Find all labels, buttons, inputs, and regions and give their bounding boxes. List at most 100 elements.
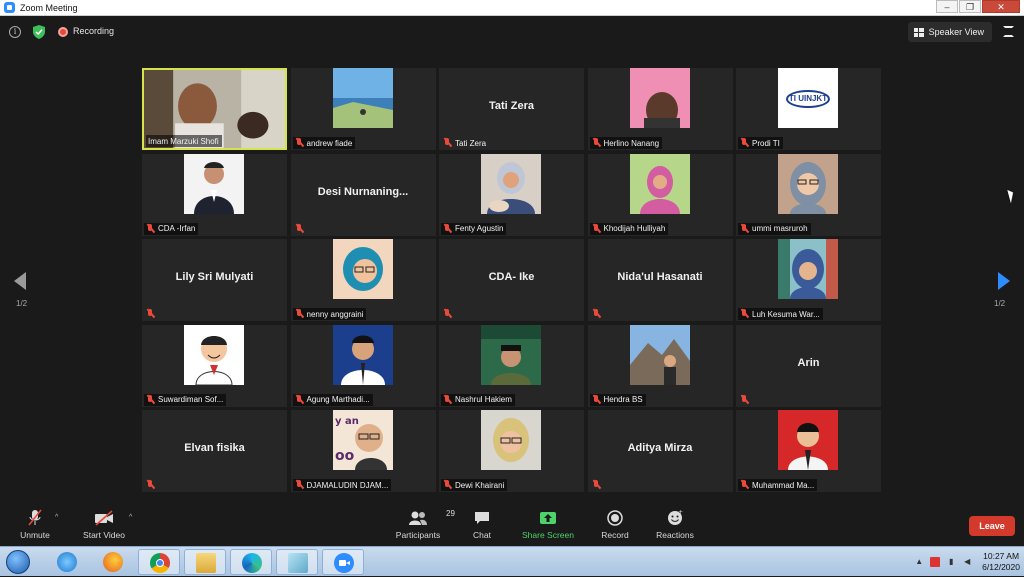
participant-tile[interactable]: Luh Kesuma War... (736, 239, 881, 321)
participant-label: Khodijah Hulliyah (589, 222, 669, 235)
windows-taskbar: ▲ ▮ ◀ 10:27 AM 6/12/2020 (0, 546, 1024, 576)
network-icon[interactable]: ▮ (946, 557, 956, 567)
participant-name-display: Aditya Mirza (627, 442, 693, 454)
mic-off-icon (592, 480, 601, 490)
audio-options-chevron-icon[interactable]: ^ (55, 514, 58, 521)
participant-tile[interactable]: TI UINJKT Prodi TI (736, 68, 881, 150)
participant-tile[interactable]: Imam Marzuki Shofi (142, 68, 287, 150)
participant-name: Herlino Nanang (603, 138, 660, 148)
info-icon[interactable]: i (9, 26, 21, 38)
participant-name: Suwardiman Sof... (158, 395, 224, 404)
participant-tile[interactable]: Elvan fisika (142, 410, 287, 492)
volume-icon[interactable]: ◀ (962, 557, 972, 567)
participant-tile[interactable]: Herlino Nanang (587, 68, 733, 150)
participant-tile[interactable]: Fenty Agustin (439, 153, 584, 236)
participant-tile[interactable]: y an oo DJAMALUDIN DJAM... (290, 410, 436, 492)
taskbar-edge-icon[interactable] (230, 549, 272, 575)
unmute-button[interactable]: Unmute (0, 509, 70, 540)
share-screen-icon (539, 509, 557, 527)
logo-text: TI UINJKT (786, 90, 830, 108)
mic-off-icon (443, 138, 452, 148)
taskbar-firefox-icon[interactable] (92, 549, 134, 575)
speaker-view-label: Speaker View (928, 27, 984, 37)
participant-label: ummi masruroh (738, 222, 811, 235)
participant-name: CDA -Irfan (158, 224, 196, 233)
taskbar-explorer-icon[interactable] (184, 549, 226, 575)
participant-tile[interactable]: nenny anggraini (290, 239, 436, 321)
reactions-button[interactable]: + Reactions (640, 509, 710, 540)
mic-off-icon (146, 223, 155, 234)
taskbar-ie-icon[interactable] (46, 549, 88, 575)
participant-label: nenny anggraini (292, 308, 367, 320)
mic-off-icon (443, 223, 452, 234)
mic-off-icon (146, 480, 155, 490)
video-options-chevron-icon[interactable]: ^ (129, 514, 132, 521)
show-hidden-icons-icon[interactable]: ▲ (914, 557, 924, 567)
participant-photo (778, 153, 838, 214)
next-page-arrow-icon[interactable] (998, 272, 1010, 290)
participant-tile[interactable]: andrew fiade (290, 68, 436, 150)
speaker-view-button[interactable]: Speaker View (907, 22, 992, 42)
participant-tile[interactable]: Hendra BS (587, 324, 733, 407)
participant-label: Herlino Nanang (589, 137, 663, 149)
participant-label: Dewi Khairani (441, 479, 508, 491)
participant-tile[interactable]: Lily Sri Mulyati (142, 239, 287, 321)
participant-tile[interactable]: Desi Nurnaning... (290, 153, 436, 236)
participant-photo (629, 68, 690, 128)
participant-tile[interactable]: Arin (736, 324, 881, 407)
participant-label: Muhammad Ma... (738, 479, 818, 491)
participant-photo (184, 153, 244, 214)
participant-tile[interactable]: CDA -Irfan (142, 153, 287, 236)
participant-name: DJAMALUDIN DJAM... (306, 480, 389, 490)
participant-tile[interactable]: CDA- Ike (439, 239, 584, 321)
participant-tile[interactable]: Dewi Khairani (439, 410, 584, 492)
close-button[interactable]: ✕ (982, 0, 1020, 13)
shield-check-icon[interactable] (33, 25, 45, 39)
meeting-topbar: i Recording Speaker View (0, 20, 1024, 44)
share-screen-button[interactable]: Share Screen (513, 509, 583, 540)
taskbar-notepad-icon[interactable] (276, 549, 318, 575)
leave-button[interactable]: Leave (969, 516, 1015, 536)
taskbar-zoom-icon[interactable] (322, 549, 364, 575)
participant-tile[interactable]: Nashrul Hakiem (439, 324, 584, 407)
participant-photo (184, 324, 244, 385)
reactions-label: Reactions (656, 530, 694, 540)
mic-off-icon (295, 223, 304, 234)
participant-tile[interactable]: ummi masruroh (736, 153, 881, 236)
recording-label: Recording (73, 26, 115, 36)
taskbar-chrome-icon[interactable] (138, 549, 180, 575)
previous-page-arrow-icon[interactable] (14, 272, 26, 290)
participants-button[interactable]: 29 Participants (383, 509, 455, 540)
participant-name-display: Lily Sri Mulyati (175, 271, 254, 283)
mic-off-icon (740, 480, 749, 490)
participant-tile[interactable]: Aditya Mirza (587, 410, 733, 492)
flag-icon[interactable] (930, 557, 941, 567)
participant-label: Prodi TI (738, 137, 783, 149)
participant-tile[interactable]: Khodijah Hulliyah (587, 153, 733, 236)
mic-off-icon (295, 138, 304, 148)
participants-icon: 29 (408, 509, 455, 527)
maximize-button[interactable]: ❐ (959, 0, 981, 13)
participant-photo (778, 410, 838, 470)
participant-tile[interactable]: Tati Zera Tati Zera (439, 68, 584, 150)
grid-icon (913, 27, 924, 37)
participant-name: Fenty Agustin (455, 224, 504, 233)
participant-tile[interactable]: Suwardiman Sof... (142, 324, 287, 407)
participant-tile[interactable]: Muhammad Ma... (736, 410, 881, 492)
participant-photo (481, 410, 541, 470)
chat-button[interactable]: Chat (447, 509, 517, 540)
clock-date: 6/12/2020 (982, 562, 1020, 572)
participant-label (144, 308, 161, 320)
participant-label (590, 308, 607, 320)
participant-name-display: Nida'ul Hasanati (617, 271, 703, 283)
participant-tile[interactable]: Agung Marthadi... (290, 324, 436, 407)
participant-tile[interactable]: Nida'ul Hasanati (587, 239, 733, 321)
fullscreen-icon[interactable] (1003, 26, 1014, 37)
start-button-icon[interactable] (6, 550, 30, 574)
start-video-label: Start Video (83, 530, 125, 540)
participant-photo (481, 324, 541, 385)
taskbar-clock[interactable]: 10:27 AM 6/12/2020 (982, 551, 1020, 573)
clock-time: 10:27 AM (983, 551, 1020, 561)
chat-label: Chat (473, 530, 491, 540)
minimize-button[interactable]: – (936, 0, 958, 13)
